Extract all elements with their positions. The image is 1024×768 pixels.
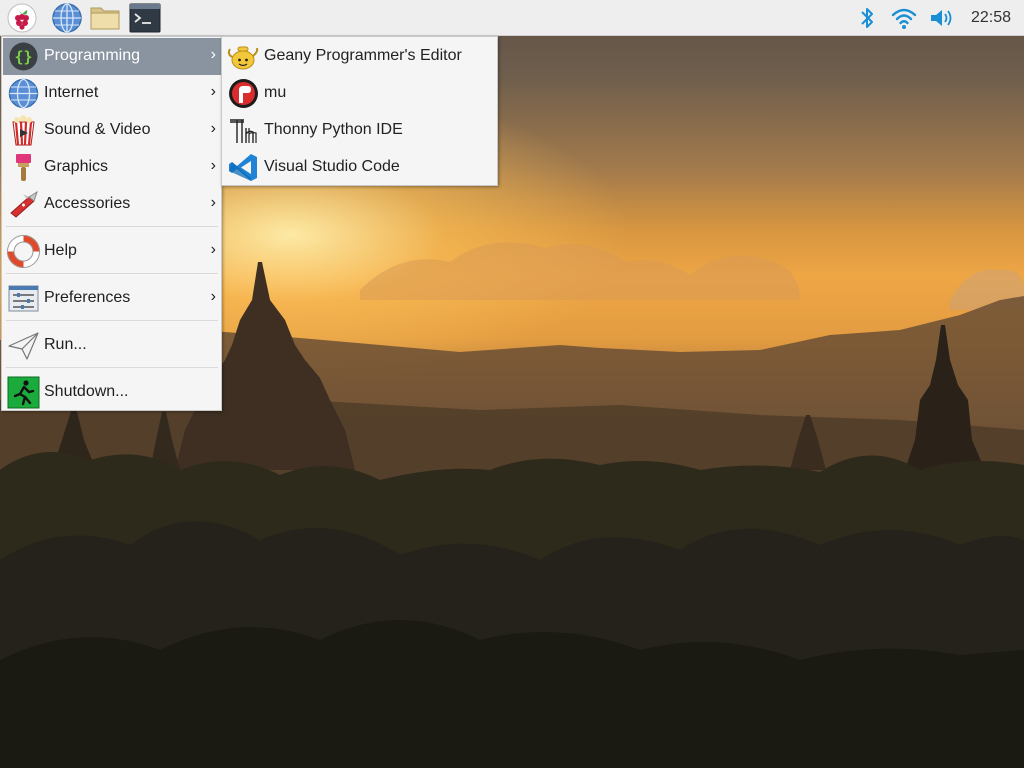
submenu-arrow-icon: › bbox=[210, 288, 216, 305]
folder-icon bbox=[90, 7, 120, 30]
programming-submenu: Geany Programmer's Editor mu Thonny Pyth… bbox=[221, 36, 498, 186]
paintbrush-icon bbox=[7, 151, 40, 184]
application-menu: {} Programming › Internet › Sound & Vide… bbox=[1, 36, 222, 411]
submenu-item-mu[interactable]: mu bbox=[223, 75, 497, 112]
vscode-icon bbox=[227, 151, 260, 184]
menu-item-label: Sound & Video bbox=[44, 121, 151, 138]
raspberry-icon bbox=[7, 3, 37, 33]
thonny-icon bbox=[227, 114, 260, 147]
paper-plane-icon bbox=[7, 329, 40, 362]
submenu-arrow-icon: › bbox=[210, 194, 216, 211]
menu-item-label: Preferences bbox=[44, 289, 131, 306]
submenu-item-thonny[interactable]: Thonny Python IDE bbox=[223, 112, 497, 149]
terminal-button[interactable] bbox=[129, 2, 161, 34]
submenu-item-label: Geany Programmer's Editor bbox=[264, 47, 462, 64]
bluetooth-icon bbox=[861, 8, 873, 28]
submenu-item-label: Visual Studio Code bbox=[264, 158, 400, 175]
menu-item-label: Shutdown... bbox=[44, 383, 129, 400]
pocket-knife-icon bbox=[7, 188, 40, 221]
menu-item-run[interactable]: Run... bbox=[3, 327, 221, 364]
top-panel: 22:58 bbox=[0, 0, 1024, 36]
menu-item-sound-video[interactable]: Sound & Video › bbox=[3, 112, 221, 149]
menu-item-shutdown[interactable]: Shutdown... bbox=[3, 374, 221, 411]
menu-separator bbox=[6, 367, 218, 368]
raspberry-menu-button[interactable] bbox=[6, 2, 38, 34]
submenu-item-label: mu bbox=[264, 84, 287, 101]
menu-item-accessories[interactable]: Accessories › bbox=[3, 186, 221, 223]
menu-item-label: Internet bbox=[44, 84, 99, 101]
file-manager-button[interactable] bbox=[89, 2, 121, 34]
submenu-item-vscode[interactable]: Visual Studio Code bbox=[223, 149, 497, 186]
wifi-icon bbox=[891, 8, 917, 29]
programming-braces-icon: {} bbox=[7, 40, 40, 73]
globe-icon bbox=[7, 77, 40, 110]
terminal-icon bbox=[129, 3, 161, 33]
popcorn-icon bbox=[7, 114, 40, 147]
menu-item-help[interactable]: Help › bbox=[3, 233, 221, 270]
wifi-button[interactable] bbox=[890, 4, 918, 32]
globe-icon bbox=[52, 3, 82, 33]
volume-button[interactable] bbox=[928, 4, 956, 32]
submenu-arrow-icon: › bbox=[210, 83, 216, 100]
menu-item-label: Help bbox=[44, 242, 77, 259]
submenu-item-label: Thonny Python IDE bbox=[264, 121, 403, 138]
volume-icon bbox=[931, 10, 952, 26]
svg-text:{}: {} bbox=[14, 48, 32, 66]
menu-separator bbox=[6, 273, 218, 274]
submenu-arrow-icon: › bbox=[210, 46, 216, 63]
menu-item-label: Graphics bbox=[44, 158, 109, 175]
menu-item-preferences[interactable]: Preferences › bbox=[3, 280, 221, 317]
submenu-item-geany[interactable]: Geany Programmer's Editor bbox=[223, 38, 497, 75]
menu-separator bbox=[6, 226, 218, 227]
menu-item-programming[interactable]: {} Programming › bbox=[3, 38, 221, 75]
running-exit-icon bbox=[7, 376, 40, 409]
menu-item-label: Accessories bbox=[44, 195, 131, 212]
submenu-arrow-icon: › bbox=[210, 157, 216, 174]
submenu-arrow-icon: › bbox=[210, 241, 216, 258]
bluetooth-button[interactable] bbox=[853, 4, 881, 32]
sliders-icon bbox=[7, 282, 40, 315]
mu-icon bbox=[227, 77, 260, 110]
menu-item-internet[interactable]: Internet › bbox=[3, 75, 221, 112]
clock[interactable]: 22:58 bbox=[971, 9, 1011, 27]
web-browser-button[interactable] bbox=[51, 2, 83, 34]
menu-item-label: Run... bbox=[44, 336, 87, 353]
menu-item-graphics[interactable]: Graphics › bbox=[3, 149, 221, 186]
submenu-arrow-icon: › bbox=[210, 120, 216, 137]
geany-teapot-icon bbox=[227, 40, 260, 73]
lifebuoy-icon bbox=[7, 235, 40, 268]
menu-item-label: Programming bbox=[44, 47, 141, 64]
menu-separator bbox=[6, 320, 218, 321]
